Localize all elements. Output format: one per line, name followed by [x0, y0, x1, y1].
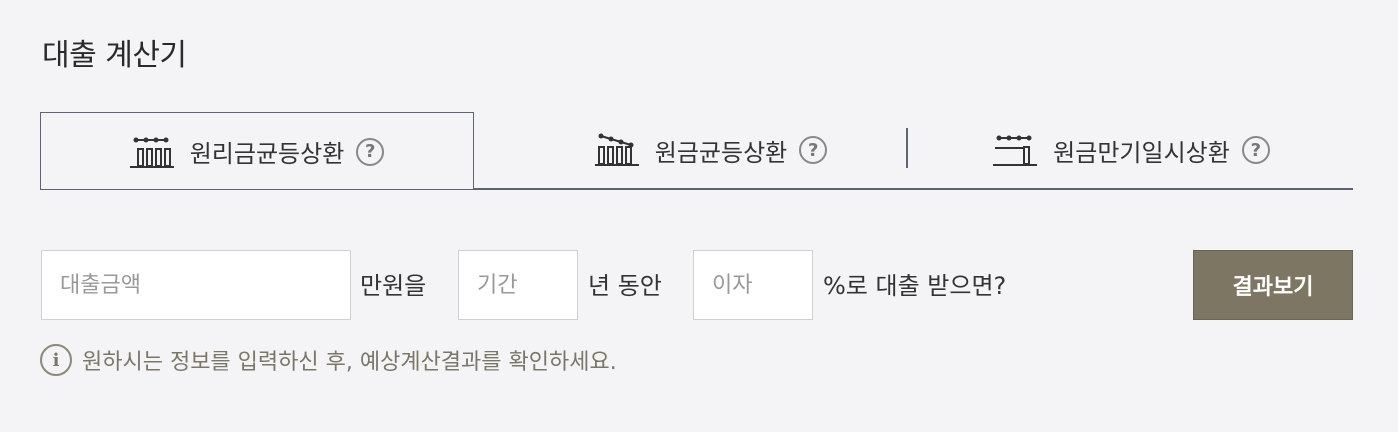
guide-note-text: 원하시는 정보를 입력하신 후, 예상계산결과를 확인하세요. [82, 350, 617, 375]
tab-label: 원리금균등상환 [189, 140, 345, 168]
page-title: 대출 계산기 [42, 38, 187, 73]
tab-divider [906, 128, 908, 168]
info-icon: i [40, 344, 72, 376]
tab-label: 원금만기일시상환 [1053, 138, 1230, 167]
equal-principal-interest-chart-icon [129, 137, 174, 168]
tab-equal-principal-interest[interactable]: 원리금균등상환 ? [40, 112, 474, 190]
show-result-button[interactable]: 결과보기 [1193, 250, 1353, 320]
interest-rate-input[interactable] [693, 250, 813, 320]
help-icon[interactable]: ? [799, 136, 828, 164]
help-icon[interactable]: ? [356, 137, 385, 166]
repayment-tabs: 원리금균등상환 ? 원금균등상환 ? 원금만기일시상환 ? [40, 112, 1353, 190]
lump-sum-maturity-chart-icon [993, 135, 1038, 166]
rate-unit-label: %로 대출 받으면? [823, 272, 1007, 300]
guide-note: i 원하시는 정보를 입력하신 후, 예상계산결과를 확인하세요. [40, 344, 617, 376]
tab-lump-sum-maturity[interactable]: 원금만기일시상환 ? [910, 112, 1353, 188]
loan-amount-input[interactable] [41, 250, 351, 320]
loan-period-input[interactable] [458, 250, 578, 320]
period-unit-label: 년 동안 [588, 272, 662, 300]
tab-label: 원금균등상환 [654, 138, 788, 167]
amount-unit-label: 만원을 [360, 272, 427, 300]
equal-principal-chart-icon [594, 133, 639, 166]
tab-equal-principal[interactable]: 원금균등상환 ? [474, 112, 948, 188]
help-icon[interactable]: ? [1241, 136, 1270, 164]
